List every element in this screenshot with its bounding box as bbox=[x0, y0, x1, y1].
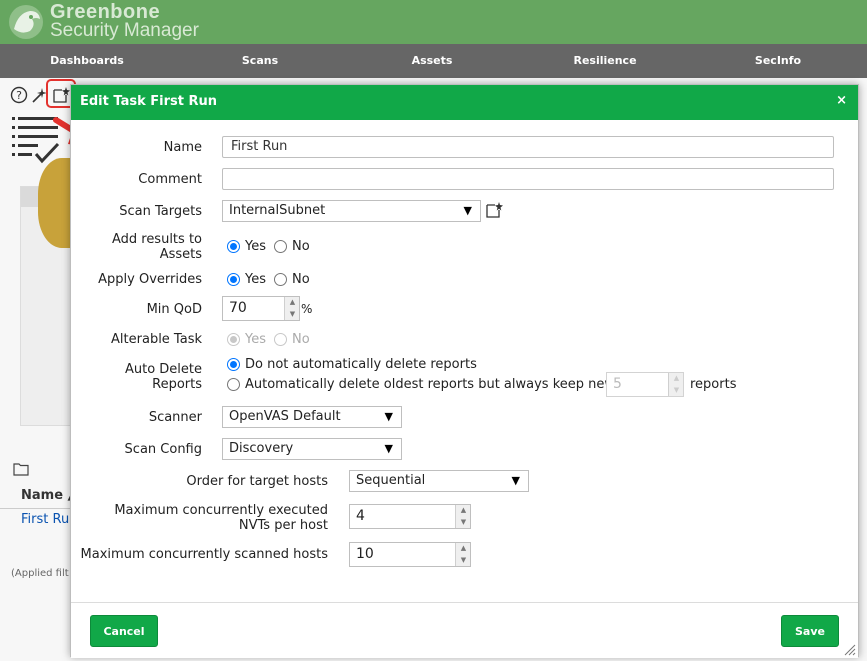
save-button[interactable]: Save bbox=[781, 615, 839, 647]
dialog-header: Edit Task First Run × bbox=[71, 85, 858, 120]
min-qod-value: 70 bbox=[229, 300, 247, 316]
chevron-down-icon: ▼ bbox=[384, 410, 393, 423]
svg-text:?: ? bbox=[16, 89, 22, 102]
alterable-task-label: Alterable Task bbox=[111, 332, 202, 347]
auto-delete-none-radio[interactable] bbox=[227, 358, 240, 371]
scanner-label: Scanner bbox=[148, 410, 202, 425]
scanner-select[interactable]: OpenVAS Default ▼ bbox=[222, 406, 402, 428]
max-nvts-arrows[interactable]: ▲ ▼ bbox=[455, 505, 470, 528]
max-hosts-value: 10 bbox=[356, 546, 374, 562]
auto-delete-label: Auto Delete Reports bbox=[71, 362, 202, 392]
task-link[interactable]: First Run bbox=[21, 512, 77, 527]
alterable-no-label: No bbox=[292, 332, 310, 347]
applied-filter-text: (Applied filt bbox=[11, 568, 69, 579]
keep-reports-arrows[interactable]: ▲ ▼ bbox=[668, 373, 683, 396]
order-hosts-label: Order for target hosts bbox=[186, 474, 328, 489]
close-icon[interactable]: × bbox=[836, 93, 847, 108]
add-results-label-line1: Add results to bbox=[111, 232, 202, 247]
add-results-yes-label: Yes bbox=[245, 239, 266, 254]
auto-delete-keep-label: Automatically delete oldest reports but … bbox=[245, 377, 635, 392]
comment-label: Comment bbox=[138, 172, 202, 187]
min-qod-label: Min QoD bbox=[146, 302, 202, 317]
nav-dashboards[interactable]: Dashboards bbox=[50, 44, 124, 78]
brand-subtitle: Security Manager bbox=[50, 20, 199, 41]
apply-overrides-no-radio[interactable] bbox=[274, 273, 287, 286]
nav-assets[interactable]: Assets bbox=[412, 44, 453, 78]
max-nvts-label-line2: NVTs per host bbox=[238, 518, 328, 533]
table-divider bbox=[0, 508, 80, 509]
nav-secinfo[interactable]: SecInfo bbox=[755, 44, 801, 78]
stepper-down-icon[interactable]: ▼ bbox=[285, 309, 300, 321]
alterable-no-radio[interactable] bbox=[274, 333, 287, 346]
auto-delete-none-label: Do not automatically delete reports bbox=[245, 357, 477, 372]
alterable-yes-radio[interactable] bbox=[227, 333, 240, 346]
max-nvts-value: 4 bbox=[356, 508, 365, 524]
min-qod-arrows[interactable]: ▲ ▼ bbox=[284, 297, 299, 320]
resize-handle-icon[interactable] bbox=[844, 644, 856, 656]
keep-reports-value: 5 bbox=[613, 376, 622, 392]
cancel-button[interactable]: Cancel bbox=[90, 615, 158, 647]
max-hosts-label: Maximum concurrently scanned hosts bbox=[80, 547, 328, 562]
max-nvts-stepper[interactable]: 4 ▲ ▼ bbox=[349, 504, 471, 529]
max-hosts-stepper[interactable]: 10 ▲ ▼ bbox=[349, 542, 471, 567]
add-results-yes-radio[interactable] bbox=[227, 240, 240, 253]
folder-icon bbox=[13, 463, 29, 476]
help-icon[interactable]: ? bbox=[10, 86, 28, 104]
chevron-down-icon: ▼ bbox=[384, 442, 393, 455]
nav-scans[interactable]: Scans bbox=[242, 44, 278, 78]
nav-resilience[interactable]: Resilience bbox=[573, 44, 636, 78]
min-qod-stepper[interactable]: 70 ▲ ▼ bbox=[222, 296, 300, 321]
dialog-title: Edit Task First Run bbox=[80, 94, 218, 109]
alterable-yes-label: Yes bbox=[245, 332, 266, 347]
apply-overrides-yes-radio[interactable] bbox=[227, 273, 240, 286]
keep-reports-stepper[interactable]: 5 ▲ ▼ bbox=[606, 372, 684, 397]
add-results-no-label: No bbox=[292, 239, 310, 254]
name-label: Name bbox=[163, 140, 202, 155]
scan-config-label: Scan Config bbox=[124, 442, 202, 457]
auto-delete-label-line1: Auto Delete bbox=[124, 362, 202, 377]
add-results-label: Add results to Assets bbox=[71, 232, 202, 262]
order-hosts-select[interactable]: Sequential ▼ bbox=[349, 470, 529, 492]
scanner-value: OpenVAS Default bbox=[229, 409, 341, 424]
auto-delete-label-line2: Reports bbox=[152, 377, 202, 392]
add-results-no-radio[interactable] bbox=[274, 240, 287, 253]
order-hosts-value: Sequential bbox=[356, 473, 426, 488]
apply-overrides-no-label: No bbox=[292, 272, 310, 287]
chevron-down-icon: ▼ bbox=[463, 204, 472, 217]
stepper-up-icon[interactable]: ▲ bbox=[285, 297, 300, 309]
scan-targets-select[interactable]: InternalSubnet ▼ bbox=[222, 200, 481, 222]
dialog-footer: Cancel Save bbox=[71, 602, 858, 658]
add-results-label-line2: Assets bbox=[159, 247, 202, 262]
max-hosts-arrows[interactable]: ▲ ▼ bbox=[455, 543, 470, 566]
comment-field[interactable] bbox=[222, 168, 834, 190]
scan-config-value: Discovery bbox=[229, 441, 294, 456]
stepper-up-icon[interactable]: ▲ bbox=[456, 543, 471, 555]
max-nvts-label: Maximum concurrently executed NVTs per h… bbox=[71, 503, 328, 533]
stepper-down-icon[interactable]: ▼ bbox=[669, 385, 684, 397]
main-nav: Dashboards Scans Assets Resilience SecIn… bbox=[0, 44, 867, 78]
auto-delete-keep-radio[interactable] bbox=[227, 378, 240, 391]
greenbone-logo-icon bbox=[9, 5, 43, 39]
apply-overrides-yes-label: Yes bbox=[245, 272, 266, 287]
stepper-down-icon[interactable]: ▼ bbox=[456, 517, 471, 529]
stepper-up-icon[interactable]: ▲ bbox=[456, 505, 471, 517]
scan-targets-value: InternalSubnet bbox=[229, 203, 326, 218]
edit-task-dialog: Edit Task First Run × Name First Run Com… bbox=[70, 84, 859, 658]
stepper-down-icon[interactable]: ▼ bbox=[456, 555, 471, 567]
top-bar: Greenbone Security Manager bbox=[0, 0, 867, 44]
keep-reports-suffix: reports bbox=[690, 377, 737, 392]
name-field[interactable]: First Run bbox=[222, 136, 834, 158]
apply-overrides-label: Apply Overrides bbox=[98, 272, 202, 287]
scan-targets-label: Scan Targets bbox=[119, 204, 202, 219]
chevron-down-icon: ▼ bbox=[511, 474, 520, 487]
new-target-icon[interactable] bbox=[485, 201, 503, 219]
stepper-up-icon[interactable]: ▲ bbox=[669, 373, 684, 385]
min-qod-unit: % bbox=[301, 302, 313, 316]
scan-config-select[interactable]: Discovery ▼ bbox=[222, 438, 402, 460]
max-nvts-label-line1: Maximum concurrently executed bbox=[114, 503, 328, 518]
